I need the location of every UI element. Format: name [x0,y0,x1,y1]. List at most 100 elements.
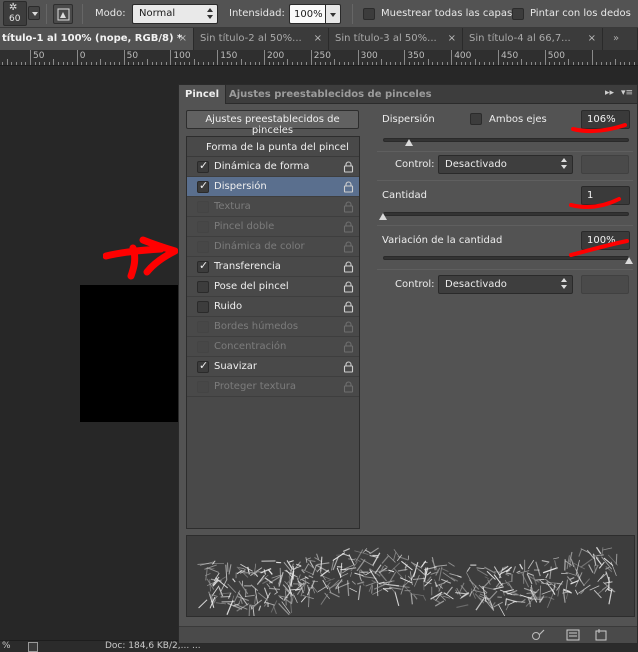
count-jitter-control-value: Desactivado [445,279,507,290]
brush-option-row[interactable]: Dinámica de color [187,237,359,257]
ruler-tick [577,62,579,65]
ruler-tick [446,62,448,65]
preview-stroke [597,586,607,595]
document-tab-1[interactable]: título-1 al 100% (nope, RGB/8) * × [0,28,194,50]
scatter-slider-track[interactable] [383,138,629,142]
brush-presets-button[interactable]: Ajustes preestablecidos de pinceles [186,110,359,136]
toolbar-divider [352,4,353,24]
lock-icon[interactable] [343,361,354,373]
preview-stroke [387,571,397,585]
preview-stroke [228,564,232,575]
finger-paint-checkbox[interactable] [512,8,524,20]
document-tab-2[interactable]: Sin título-2 al 50%... × [194,28,329,50]
preview-stroke [448,562,455,567]
document-canvas[interactable] [80,285,178,422]
brush-option-row[interactable]: Dispersión [187,177,359,197]
brush-option-row[interactable]: Transferencia [187,257,359,277]
preview-stroke [371,585,373,594]
zoom-readout[interactable]: % [2,641,11,651]
preview-stroke [293,594,298,604]
tab-brush[interactable]: Pincel [179,85,227,104]
lock-icon[interactable] [343,281,354,293]
count-jitter-control-select[interactable]: Desactivado [438,275,573,294]
document-tab-4[interactable]: Sin título-4 al 66,7... × [463,28,603,50]
intensity-input[interactable]: 100% [289,4,326,24]
preview-stroke [270,600,278,613]
brush-option-row[interactable]: Bordes húmedos [187,317,359,337]
brush-option-checkbox [197,201,209,213]
preview-stroke [346,580,350,596]
brush-option-row[interactable]: Dinámica de forma [187,157,359,177]
ruler-tick [310,50,312,65]
ruler-tick [268,62,270,65]
ruler-tick [6,59,8,65]
preview-stroke [489,590,498,600]
brush-option-row[interactable]: Concentración [187,337,359,357]
ruler-tick [474,59,476,65]
status-page-icon[interactable] [28,642,38,652]
brush-tip-shape-item[interactable]: Forma de la punta del pincel [187,137,359,157]
preview-stroke [595,546,602,555]
brush-option-label: Transferencia [214,261,281,272]
ruler-tick [488,62,490,65]
brush-option-row[interactable]: Suavizar [187,357,359,377]
brush-grid-icon[interactable] [566,629,580,641]
close-tab-icon[interactable]: × [448,33,456,44]
ruler-tick [226,62,228,65]
ruler-tick [25,62,27,65]
close-tab-icon[interactable]: × [588,33,596,44]
ruler-label: 500 [547,51,565,61]
preview-stroke [305,557,308,563]
ruler-tick [418,62,420,65]
lock-icon[interactable] [343,181,354,193]
ruler-tick [198,62,200,65]
more-tabs-button[interactable]: » [603,28,638,50]
lock-icon [343,341,354,353]
brush-option-checkbox[interactable] [197,159,209,173]
ruler-tick [249,62,251,65]
brush-option-row[interactable]: Ruido [187,297,359,317]
brush-panel-icon [57,8,70,21]
brush-preset-picker[interactable]: ✲ 60 [3,1,27,26]
preview-stroke [317,562,330,566]
blend-mode-select[interactable]: Normal [132,4,218,24]
lock-icon[interactable] [343,301,354,313]
document-tab-3[interactable]: Sin título-3 al 50%... × [329,28,463,50]
intensity-slider-button[interactable] [325,4,341,24]
ruler-tick [193,59,195,65]
preview-stroke [350,561,358,572]
toggle-live-tip-icon[interactable] [531,629,545,641]
scatter-slider-thumb[interactable] [405,139,414,146]
document-tab-label: Sin título-3 al 50%... [335,33,437,44]
ruler-tick [165,62,167,65]
brush-panel-toggle-button[interactable] [53,4,73,24]
brush-option-row[interactable]: Pincel doble [187,217,359,237]
lock-icon[interactable] [343,261,354,273]
brush-option-row[interactable]: Proteger textura [187,377,359,397]
brush-stroke-preview-image [197,546,619,616]
brush-option-checkbox[interactable] [197,281,209,293]
horizontal-ruler: 50 0 50 100 150 200 250 300 350 400 450 500 [0,50,638,66]
brush-option-row[interactable]: Textura [187,197,359,217]
brush-option-checkbox[interactable] [197,259,209,273]
brush-option-checkbox[interactable] [197,179,209,193]
ruler-tick [441,62,443,65]
ruler-tick [62,62,64,65]
brush-option-checkbox[interactable] [197,359,209,373]
both-axes-checkbox[interactable] [470,113,482,125]
brush-option-checkbox[interactable] [197,301,209,313]
new-brush-icon[interactable] [594,629,608,641]
section-divider [377,269,633,270]
lock-icon[interactable] [343,161,354,173]
preview-stroke [466,566,471,572]
preview-stroke [593,589,602,599]
ruler-tick [212,62,214,65]
close-tab-icon[interactable]: × [314,33,322,44]
scatter-control-select[interactable]: Desactivado [438,155,573,174]
brush-option-row[interactable]: Pose del pincel [187,277,359,297]
sample-all-layers-checkbox[interactable] [363,8,375,20]
ruler-tick [58,62,60,65]
close-tab-icon[interactable]: × [179,33,187,44]
count-slider-thumb[interactable] [379,213,387,220]
brush-preset-dropdown-button[interactable] [28,6,40,20]
